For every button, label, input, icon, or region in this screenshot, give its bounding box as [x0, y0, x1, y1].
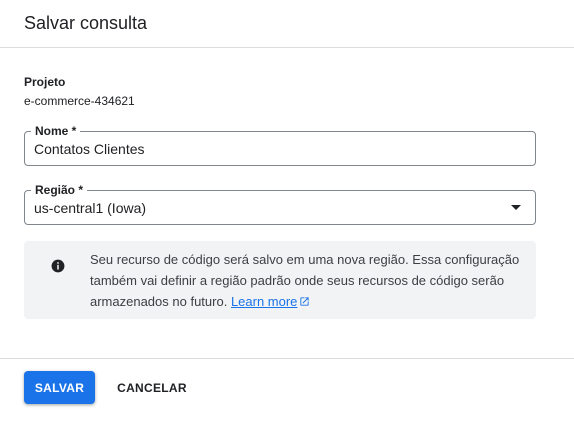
dropdown-arrow-icon: [511, 205, 521, 210]
project-label: Projeto: [24, 75, 66, 89]
open-in-new-icon: [300, 297, 310, 306]
learn-more-link[interactable]: Learn more: [231, 294, 310, 309]
region-field-label: Região *: [31, 183, 88, 197]
cancel-button[interactable]: CANCELAR: [108, 371, 196, 404]
save-button[interactable]: SALVAR: [24, 371, 95, 404]
dialog-header: Salvar consulta: [0, 0, 574, 48]
info-message: Seu recurso de código será salvo em uma …: [90, 249, 526, 312]
learn-more-label: Learn more: [230, 294, 298, 309]
name-field-label: Nome *: [31, 124, 81, 138]
region-select[interactable]: Região * us-central1 (Iowa): [24, 183, 536, 225]
save-query-dialog: Salvar consulta Projeto e-commerce-43462…: [0, 0, 574, 446]
footer-divider: [0, 358, 574, 359]
name-field: Nome *: [24, 124, 536, 166]
dialog-title: Salvar consulta: [24, 13, 148, 33]
info-icon: [51, 259, 65, 273]
info-banner: Seu recurso de código será salvo em uma …: [24, 241, 536, 319]
name-input[interactable]: [25, 132, 535, 165]
region-selected-value: us-central1 (Iowa): [34, 200, 147, 216]
project-value: e-commerce-434621: [24, 94, 135, 108]
